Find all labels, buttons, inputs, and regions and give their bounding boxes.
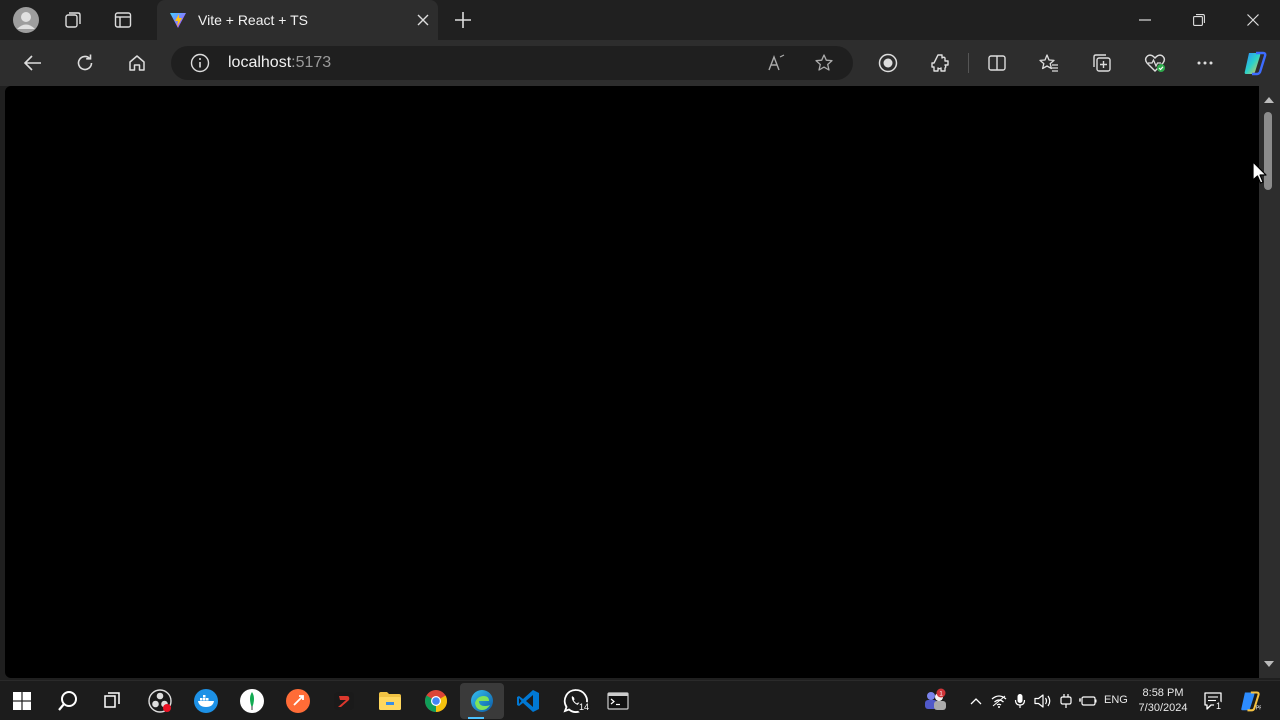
- restore-button[interactable]: [1172, 0, 1226, 40]
- volume-icon[interactable]: [1033, 691, 1053, 711]
- chrome-icon[interactable]: [420, 685, 452, 717]
- page-viewport[interactable]: [5, 86, 1259, 678]
- more-options-icon[interactable]: [1190, 48, 1220, 78]
- show-hidden-icons-chevron-icon[interactable]: [966, 691, 986, 711]
- minimize-button[interactable]: [1118, 0, 1172, 40]
- tab-close-icon[interactable]: [411, 8, 435, 32]
- refresh-icon[interactable]: [70, 48, 100, 78]
- clock[interactable]: 8:58 PM 7/30/2024: [1128, 686, 1198, 716]
- copilot-taskbar-icon[interactable]: PRE: [1238, 689, 1262, 713]
- taskbar: 14 1 ENG 8:58 PM 7/30/2024 1 PRE: [0, 680, 1280, 720]
- wifi-icon[interactable]: [989, 691, 1009, 711]
- browser-essentials-icon[interactable]: [1140, 48, 1170, 78]
- copilot-icon[interactable]: [1240, 48, 1270, 78]
- clock-time: 8:58 PM: [1142, 687, 1184, 699]
- close-window-button[interactable]: [1226, 0, 1280, 40]
- browser-toolbar: localhost:5173: [0, 40, 1280, 86]
- home-icon[interactable]: [122, 48, 152, 78]
- postman-icon[interactable]: [282, 685, 314, 717]
- new-tab-icon[interactable]: [449, 6, 477, 34]
- url-text[interactable]: localhost:5173: [228, 54, 331, 72]
- tab-title: Vite + React + TS: [198, 12, 308, 28]
- svg-text:PRE: PRE: [1256, 705, 1261, 711]
- notification-count: 1: [1214, 701, 1224, 712]
- active-tab[interactable]: Vite + React + TS: [157, 0, 438, 40]
- toolbar-divider: [968, 53, 969, 73]
- back-arrow-icon[interactable]: [18, 48, 48, 78]
- read-aloud-icon[interactable]: [767, 53, 787, 73]
- search-icon[interactable]: [52, 685, 84, 717]
- terminal-icon[interactable]: [602, 685, 634, 717]
- favorites-icon[interactable]: [1034, 48, 1064, 78]
- url-host: localhost: [228, 54, 292, 71]
- profile-avatar-icon[interactable]: [12, 6, 40, 34]
- teams-icon[interactable]: 1: [922, 687, 948, 713]
- favorite-star-icon[interactable]: [814, 53, 834, 73]
- edge-icon[interactable]: [460, 683, 504, 719]
- whatsapp-icon[interactable]: 14: [560, 685, 592, 717]
- input-language[interactable]: ENG: [1104, 694, 1128, 706]
- windows-start-icon[interactable]: [6, 685, 38, 717]
- mouse-cursor-icon: [1252, 161, 1268, 185]
- title-bar: Vite + React + TS: [0, 0, 1280, 40]
- workspaces-icon[interactable]: [59, 6, 87, 34]
- address-bar[interactable]: localhost:5173: [171, 46, 853, 80]
- extensions-icon[interactable]: [925, 48, 955, 78]
- site-info-icon[interactable]: [190, 53, 210, 73]
- docker-icon[interactable]: [190, 685, 222, 717]
- scroll-up-arrow-icon[interactable]: [1264, 96, 1274, 103]
- mongodb-compass-icon[interactable]: [236, 685, 268, 717]
- collections-icon[interactable]: [1087, 48, 1117, 78]
- split-screen-icon[interactable]: [982, 48, 1012, 78]
- battery-icon[interactable]: [1078, 691, 1098, 711]
- clock-date: 7/30/2024: [1138, 702, 1188, 714]
- redis-insight-icon[interactable]: [328, 685, 360, 717]
- task-view-icon[interactable]: [96, 685, 128, 717]
- url-port: :5173: [291, 54, 332, 71]
- vertical-tabs-icon[interactable]: [109, 6, 137, 34]
- file-explorer-icon[interactable]: [374, 685, 406, 717]
- tracking-prevention-icon[interactable]: [873, 48, 903, 78]
- microphone-icon[interactable]: [1010, 691, 1030, 711]
- vscode-icon[interactable]: [512, 685, 544, 717]
- svg-text:1: 1: [939, 691, 943, 698]
- power-plug-icon[interactable]: [1056, 691, 1076, 711]
- vite-logo-icon: [169, 11, 187, 29]
- scroll-down-arrow-icon[interactable]: [1264, 661, 1274, 668]
- notification-center-icon[interactable]: 1: [1202, 690, 1224, 712]
- whatsapp-badge: 14: [577, 702, 592, 713]
- obs-studio-icon[interactable]: [144, 685, 176, 717]
